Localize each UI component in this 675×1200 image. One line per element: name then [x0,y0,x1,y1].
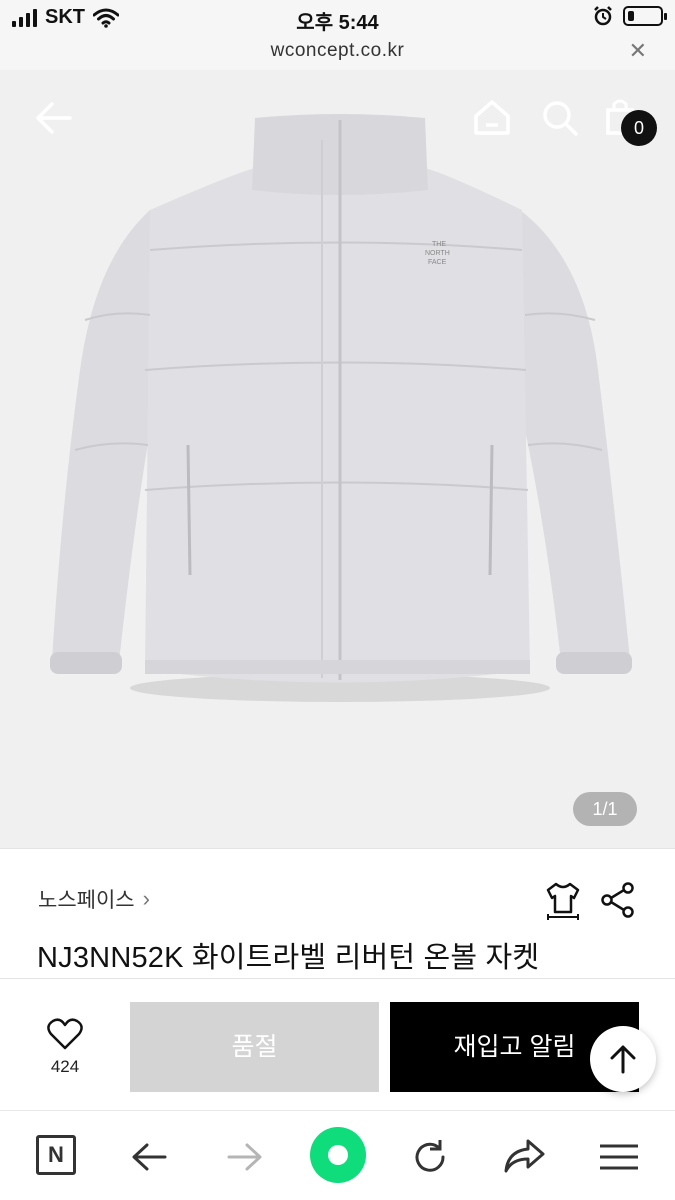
status-bar: SKT 오후 5:44 [0,0,675,36]
product-title: NJ3NN52K 화이트라벨 리버턴 온볼 자켓 [37,942,540,974]
like-button[interactable]: 424 [30,1018,100,1077]
product-header-nav: 0 [0,70,675,166]
battery-icon [623,6,667,26]
battery-level [628,11,634,21]
size-guide-icon[interactable] [544,880,582,920]
alarm-icon [594,6,612,26]
arrow-left-icon[interactable] [130,1141,168,1173]
url-text[interactable]: wconcept.co.kr [0,40,675,62]
arrow-up-icon [610,1045,636,1074]
chevron-right-icon: › [142,886,150,911]
jacket-logo-line-1: THE [432,241,446,248]
status-right [593,6,667,26]
jacket-logo-line-3: FACE [428,259,447,266]
cart-count-badge[interactable]: 0 [621,110,657,146]
heart-icon[interactable] [47,1018,83,1050]
divider [0,848,675,849]
jacket-logo-line-2: NORTH [425,250,450,257]
status-time: 오후 5:44 [296,12,379,34]
url-bar[interactable]: wconcept.co.kr ✕ [0,36,675,70]
naver-green-dot-button[interactable] [310,1127,366,1183]
reload-icon[interactable] [410,1137,450,1177]
home-icon[interactable] [472,98,512,136]
forward-share-icon[interactable] [502,1137,546,1175]
search-icon[interactable] [540,98,580,138]
back-arrow-icon[interactable] [34,100,74,136]
brand-name[interactable]: 노스페이스 [38,884,135,914]
soldout-button[interactable]: 품절 [130,1002,379,1092]
like-count: 424 [50,1057,80,1076]
product-image: THE NORTH FACE [0,70,675,848]
share-icon[interactable] [600,882,636,918]
close-icon[interactable]: ✕ [629,38,647,64]
scroll-to-top-button[interactable] [590,1026,656,1092]
brand-link[interactable]: 노스페이스 › [38,884,150,914]
image-page-indicator: 1/1 [573,792,637,826]
menu-icon[interactable] [598,1143,640,1171]
product-image-gallery[interactable]: THE NORTH FACE 0 1/1 [0,70,675,848]
green-dot-icon [328,1145,348,1165]
naver-n-icon[interactable]: N [36,1135,76,1175]
divider [0,978,675,979]
arrow-right-icon[interactable] [226,1141,264,1173]
